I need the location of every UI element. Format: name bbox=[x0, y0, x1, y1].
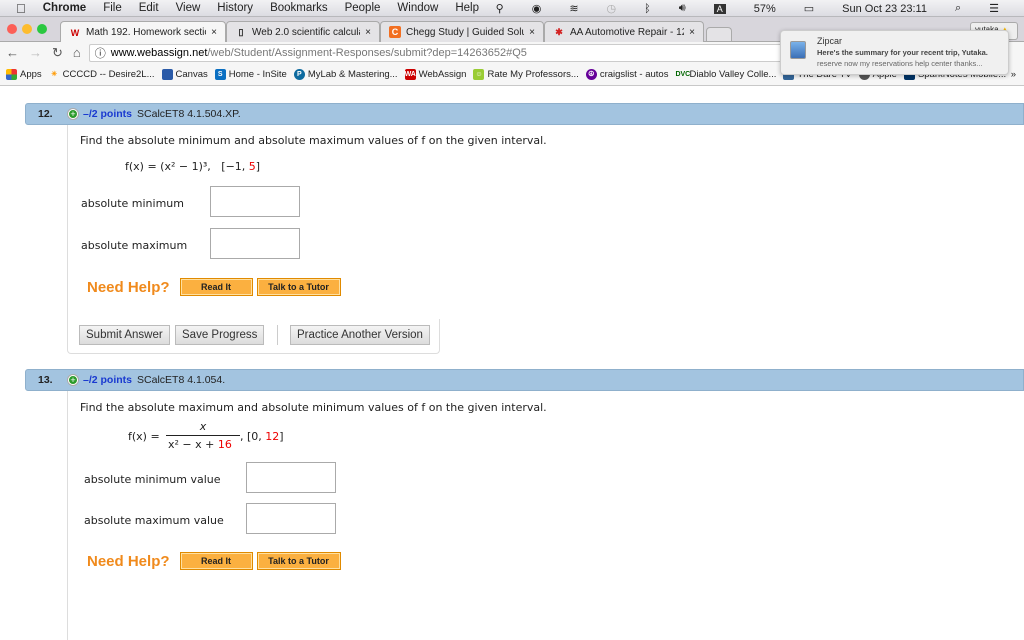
battery-icon: ▭ bbox=[803, 3, 815, 15]
question-13-f-label: f(x) = bbox=[128, 430, 160, 443]
dvc-icon: DVC bbox=[675, 71, 691, 78]
menu-window[interactable]: Window bbox=[397, 2, 438, 14]
question-13-denominator: x² − x + 16 bbox=[168, 438, 232, 451]
rmp-icon: ☺ bbox=[473, 69, 485, 80]
zoom-window-button[interactable] bbox=[37, 24, 47, 34]
close-window-button[interactable] bbox=[7, 24, 17, 34]
bookmark-ccccd[interactable]: ✳ CCCCD -- Desire2L... bbox=[49, 69, 154, 80]
zipcar-notification[interactable]: Zipcar Here's the summary for your recen… bbox=[780, 30, 1009, 75]
wifi-icon[interactable]: ≋ bbox=[569, 2, 578, 15]
abs-max-value-input[interactable] bbox=[246, 503, 336, 534]
close-tab-icon[interactable]: × bbox=[211, 27, 217, 38]
close-tab-icon[interactable]: × bbox=[689, 27, 695, 38]
read-it-button[interactable]: Read It bbox=[179, 552, 253, 570]
input-source-icon[interactable]: A bbox=[713, 3, 726, 14]
abs-min-value-input[interactable] bbox=[246, 462, 336, 493]
question-13-interval: , [0, 12] bbox=[240, 430, 284, 443]
tab-webassign[interactable]: W Math 192. Homework section × bbox=[60, 21, 226, 43]
expand-plus-icon[interactable]: + bbox=[68, 375, 78, 385]
bluetooth-icon[interactable]: ᛒ bbox=[644, 3, 651, 15]
bookmark-ratemyprofessors[interactable]: ☺ Rate My Professors... bbox=[473, 69, 579, 80]
time-machine-icon[interactable]: ◷ bbox=[607, 2, 617, 15]
divider bbox=[277, 325, 278, 345]
back-icon[interactable]: ← bbox=[6, 45, 19, 61]
bookmark-insite[interactable]: S Home - InSite bbox=[214, 69, 287, 80]
close-tab-icon[interactable]: × bbox=[365, 27, 371, 38]
sharepoint-icon: S bbox=[214, 69, 226, 80]
menu-history[interactable]: History bbox=[217, 2, 253, 14]
abs-max-label: absolute maximum bbox=[81, 239, 188, 252]
need-help-label: Need Help? bbox=[87, 278, 170, 296]
document-icon: ▯ bbox=[238, 26, 244, 37]
yelp-favicon: ✱ bbox=[555, 26, 563, 37]
canvas-icon bbox=[161, 69, 173, 80]
save-progress-button[interactable]: Save Progress bbox=[175, 325, 265, 345]
sync-icon[interactable]: ◉ bbox=[532, 2, 542, 15]
chegg-favicon: C bbox=[389, 26, 401, 38]
pearson-icon: P bbox=[293, 69, 305, 80]
menu-people[interactable]: People bbox=[345, 2, 381, 14]
menu-bookmarks[interactable]: Bookmarks bbox=[270, 2, 328, 14]
bookmark-webassign[interactable]: WA WebAssign bbox=[404, 69, 466, 80]
new-tab-button[interactable] bbox=[706, 27, 732, 41]
talk-to-tutor-button[interactable]: Talk to a Tutor bbox=[256, 552, 341, 570]
bookmark-craigslist[interactable]: ☮ craigslist - autos bbox=[585, 69, 668, 80]
webassign-icon: WA bbox=[404, 69, 416, 80]
question-13-header: 13. + –/2 points SCalcET8 4.1.054. bbox=[25, 369, 1024, 391]
reload-icon[interactable]: ↻ bbox=[52, 45, 63, 61]
peace-icon: ☮ bbox=[585, 69, 597, 80]
question-12-prompt: Find the absolute minimum and absolute m… bbox=[80, 134, 547, 147]
question-13-prompt: Find the absolute maximum and absolute m… bbox=[80, 401, 547, 414]
more-bookmarks-icon[interactable]: » bbox=[1011, 69, 1016, 80]
notification-center-icon[interactable]: ☰ bbox=[989, 2, 999, 15]
question-13-numerator: x bbox=[199, 420, 207, 433]
menu-view[interactable]: View bbox=[176, 2, 201, 14]
battery-percent[interactable]: 57% bbox=[754, 3, 776, 15]
webassign-favicon: W bbox=[70, 27, 80, 38]
question-12-header: 12. + –/2 points SCalcET8 4.1.504.XP. bbox=[25, 103, 1024, 125]
volume-icon[interactable]: 🔊︎ bbox=[679, 2, 686, 15]
clock[interactable]: Sun Oct 23 23:11 bbox=[842, 3, 927, 15]
abs-max-value-label: absolute maximum value bbox=[84, 514, 224, 527]
menu-file[interactable]: File bbox=[103, 2, 122, 14]
question-13-body bbox=[67, 391, 68, 640]
forward-icon[interactable]: → bbox=[29, 45, 42, 61]
need-help-label: Need Help? bbox=[87, 552, 170, 570]
mail-app-icon bbox=[790, 41, 806, 59]
apps-grid-icon bbox=[6, 69, 17, 80]
expand-plus-icon[interactable]: + bbox=[68, 109, 78, 119]
question-12-body bbox=[67, 125, 68, 320]
tab-chegg[interactable]: CChegg Study | Guided Solution× bbox=[380, 21, 544, 42]
macos-menubar:  Chrome File Edit View History Bookmark… bbox=[0, 0, 1024, 17]
abs-min-input[interactable] bbox=[210, 186, 300, 217]
menu-chrome[interactable]: Chrome bbox=[43, 2, 86, 14]
talk-to-tutor-button[interactable]: Talk to a Tutor bbox=[256, 278, 341, 296]
close-tab-icon[interactable]: × bbox=[529, 27, 535, 38]
fraction-bar bbox=[166, 435, 240, 436]
submit-answer-button[interactable]: Submit Answer bbox=[79, 325, 170, 345]
menu-edit[interactable]: Edit bbox=[139, 2, 159, 14]
bookmark-apps[interactable]: Apps bbox=[6, 69, 42, 80]
spotlight-icon[interactable]: ⌕ bbox=[955, 2, 961, 15]
airdrop-icon[interactable]: ⚲ bbox=[496, 2, 504, 15]
bookmark-mylab[interactable]: P MyLab & Mastering... bbox=[293, 69, 398, 80]
menu-help[interactable]: Help bbox=[455, 2, 479, 14]
bookmark-canvas[interactable]: Canvas bbox=[161, 69, 208, 80]
abs-min-value-label: absolute minimum value bbox=[84, 473, 221, 486]
info-icon[interactable]: ⓘ bbox=[95, 45, 106, 61]
practice-another-version-button[interactable]: Practice Another Version bbox=[290, 325, 430, 345]
read-it-button[interactable]: Read It bbox=[179, 278, 253, 296]
apple-menu-icon[interactable]:  bbox=[16, 1, 26, 16]
abs-min-label: absolute minimum bbox=[81, 197, 184, 210]
minimize-window-button[interactable] bbox=[22, 24, 32, 34]
question-12-function: f(x) = (x² − 1)³, [−1, 5] bbox=[125, 160, 261, 173]
tab-calculator[interactable]: ▯Web 2.0 scientific calculator× bbox=[226, 21, 380, 42]
ccccd-icon: ✳ bbox=[51, 71, 58, 78]
abs-max-input[interactable] bbox=[210, 228, 300, 259]
bookmark-dvc[interactable]: DVC Diablo Valley Colle... bbox=[675, 69, 776, 80]
home-icon[interactable]: ⌂ bbox=[73, 45, 81, 61]
answer-actions: Submit Answer Save Progress Practice Ano… bbox=[67, 319, 440, 354]
tab-yelp[interactable]: ✱AA Automotive Repair - 123 R× bbox=[544, 21, 704, 42]
